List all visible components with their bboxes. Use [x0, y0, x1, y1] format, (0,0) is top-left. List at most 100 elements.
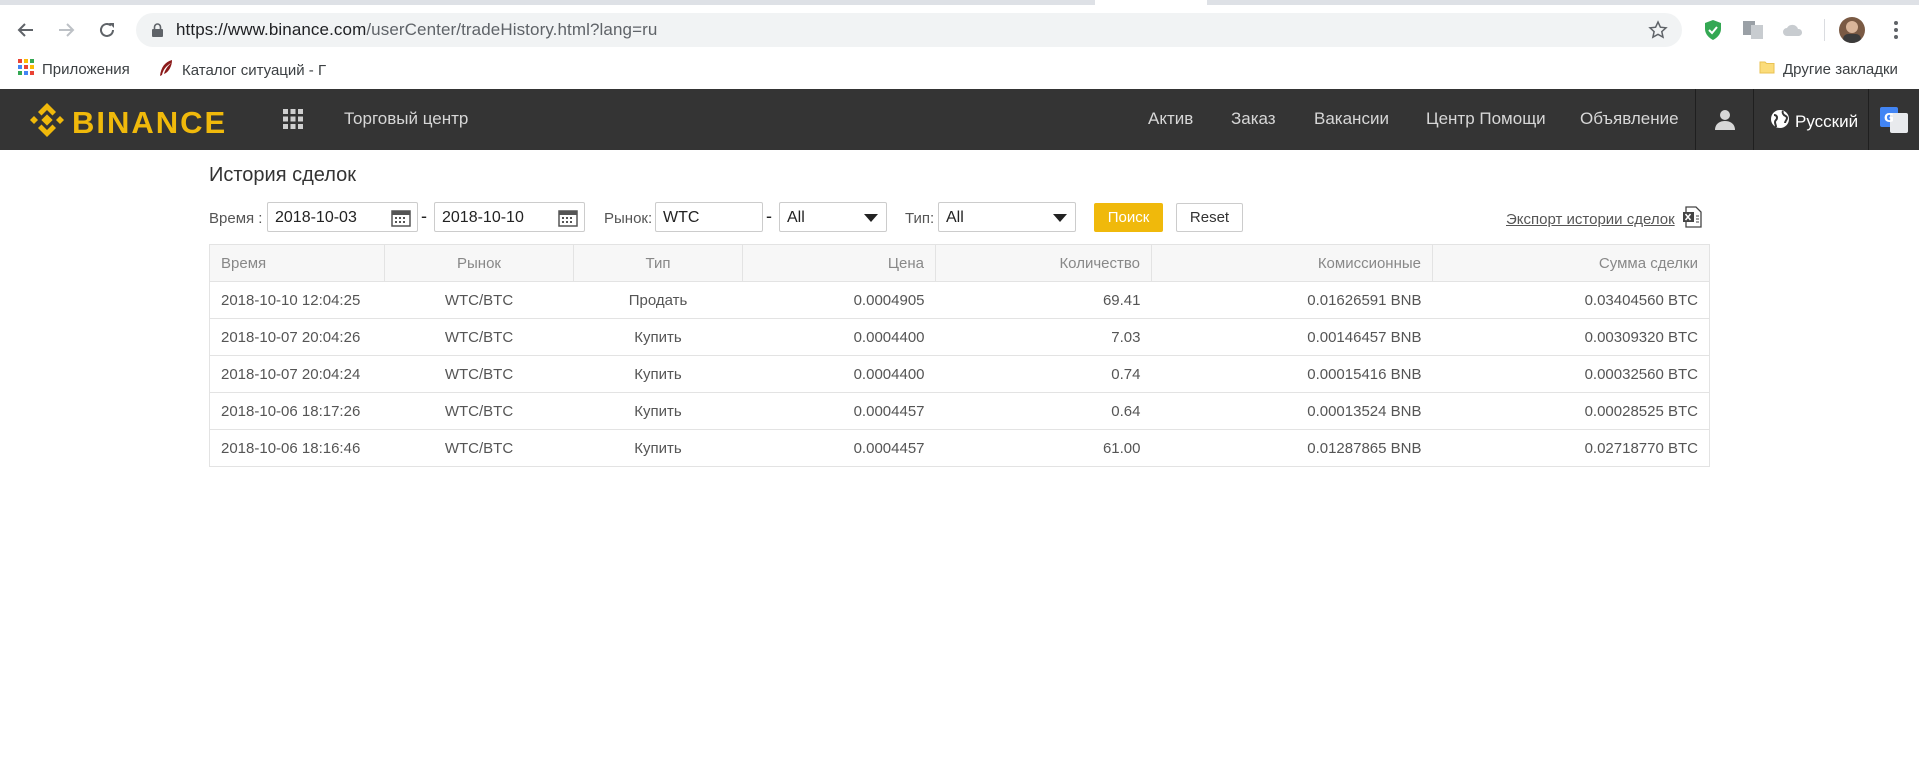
column-header-price[interactable]: Цена	[742, 244, 936, 282]
date-from-input[interactable]: 2018-10-03	[267, 202, 418, 232]
cell-type-buy: Купить	[573, 392, 743, 430]
nav-divider	[1753, 89, 1754, 150]
binance-wordmark: BINANCE	[72, 104, 228, 140]
nav-trading-center[interactable]: Торговый центр	[344, 109, 468, 129]
browser-chrome: https://www.binance.com/userCenter/trade…	[0, 0, 1919, 89]
type-value: All	[946, 209, 964, 226]
shield-extension-icon[interactable]	[1700, 17, 1726, 43]
cloud-extension-icon[interactable]	[1780, 17, 1806, 43]
calendar-icon[interactable]	[558, 209, 578, 232]
market-base-value: WTC	[663, 209, 700, 226]
cell-type-sell: Продать	[573, 281, 743, 319]
folder-icon	[1759, 59, 1775, 79]
cell-market: WTC/BTC	[384, 281, 574, 319]
column-header-quantity[interactable]: Количество	[935, 244, 1152, 282]
bookmark-star-icon[interactable]	[1648, 20, 1668, 45]
search-button[interactable]: Поиск	[1094, 203, 1163, 232]
reset-button[interactable]: Reset	[1176, 203, 1243, 232]
cell-fee: 0.00015416 BNB	[1151, 355, 1433, 393]
bookmark-label: Приложения	[42, 60, 130, 78]
google-translate-icon[interactable]: G	[1880, 107, 1908, 138]
column-header-time[interactable]: Время	[209, 244, 385, 282]
column-header-total[interactable]: Сумма сделки	[1432, 244, 1710, 282]
bookmark-label: Каталог ситуаций - Г	[182, 61, 327, 79]
nav-item-announcements[interactable]: Объявление	[1580, 109, 1679, 129]
market-quote-value: All	[787, 209, 805, 226]
cell-price: 0.0004905	[742, 281, 936, 319]
user-icon[interactable]	[1714, 108, 1736, 135]
cell-total: 0.03404560 BTC	[1432, 281, 1710, 319]
date-to-value: 2018-10-10	[442, 209, 524, 226]
address-bar[interactable]: https://www.binance.com/userCenter/trade…	[136, 13, 1682, 47]
market-label: Рынок:	[604, 210, 653, 227]
other-bookmarks[interactable]: Другие закладки	[1759, 59, 1898, 79]
column-header-fee[interactable]: Комиссионные	[1151, 244, 1433, 282]
toolbar-divider	[1824, 19, 1825, 41]
nav-item-assets[interactable]: Актив	[1148, 109, 1193, 129]
bookmark-apps[interactable]: Приложения	[18, 59, 130, 79]
market-base-input[interactable]: WTC	[655, 202, 763, 232]
lock-icon	[152, 23, 163, 42]
cell-type-buy: Купить	[573, 355, 743, 393]
cell-total: 0.02718770 BTC	[1432, 429, 1710, 467]
table-row: 2018-10-06 18:17:26 WTC/BTC Купить 0.000…	[209, 392, 1710, 430]
nav-item-orders[interactable]: Заказ	[1231, 109, 1276, 129]
cell-market: WTC/BTC	[384, 355, 574, 393]
column-header-market[interactable]: Рынок	[384, 244, 574, 282]
column-header-type[interactable]: Тип	[573, 244, 743, 282]
type-select[interactable]: All	[938, 202, 1076, 232]
nav-divider	[1695, 89, 1696, 150]
bookmark-catalog[interactable]: Каталог ситуаций - Г	[158, 59, 326, 81]
profile-avatar[interactable]	[1839, 17, 1865, 43]
apps-menu-icon[interactable]	[283, 109, 303, 134]
nav-item-vacancies[interactable]: Вакансии	[1314, 109, 1389, 129]
cell-price: 0.0004457	[742, 429, 936, 467]
forward-icon[interactable]	[49, 13, 83, 47]
nav-divider	[1868, 89, 1869, 150]
binance-logo[interactable]: BINANCE	[28, 101, 227, 144]
time-label: Время :	[209, 210, 263, 227]
cell-type-buy: Купить	[573, 318, 743, 356]
cell-total: 0.00032560 BTC	[1432, 355, 1710, 393]
cell-time: 2018-10-06 18:16:46	[209, 429, 385, 467]
url-text: https://www.binance.com/userCenter/trade…	[176, 20, 658, 39]
browser-toolbar: https://www.binance.com/userCenter/trade…	[0, 5, 1919, 51]
cell-price: 0.0004400	[742, 355, 936, 393]
language-label: Русский	[1795, 111, 1859, 131]
cell-price: 0.0004400	[742, 318, 936, 356]
back-icon[interactable]	[9, 13, 43, 47]
table-row: 2018-10-07 20:04:26 WTC/BTC Купить 0.000…	[209, 318, 1710, 356]
date-from-value: 2018-10-03	[275, 209, 357, 226]
page-title: История сделок	[209, 164, 357, 186]
bookmarks-bar: Приложения Каталог ситуаций - Г Другие з…	[0, 51, 1919, 87]
cell-quantity: 61.00	[935, 429, 1152, 467]
filter-bar: Время : 2018-10-03 - 2018-10-10 Рынок: W…	[209, 202, 1709, 234]
language-selector[interactable]: Русский	[1770, 109, 1858, 134]
cell-type-buy: Купить	[573, 429, 743, 467]
cell-fee: 0.00013524 BNB	[1151, 392, 1433, 430]
svg-text:G: G	[1884, 111, 1894, 125]
table-row: 2018-10-07 20:04:24 WTC/BTC Купить 0.000…	[209, 355, 1710, 393]
market-quote-select[interactable]: All	[779, 202, 887, 232]
cell-total: 0.00309320 BTC	[1432, 318, 1710, 356]
nav-item-help-center[interactable]: Центр Помощи	[1426, 109, 1546, 129]
market-dash: -	[766, 206, 772, 226]
cell-quantity: 7.03	[935, 318, 1152, 356]
chevron-down-icon	[1053, 214, 1067, 222]
cell-market: WTC/BTC	[384, 392, 574, 430]
export-link[interactable]: Экспорт истории сделок	[1506, 206, 1703, 232]
excel-export-icon	[1682, 206, 1703, 232]
cell-time: 2018-10-06 18:17:26	[209, 392, 385, 430]
reload-icon[interactable]	[90, 13, 124, 47]
calendar-icon[interactable]	[391, 209, 411, 232]
table-header-row: Время Рынок Тип Цена Количество Комиссио…	[209, 244, 1710, 282]
globe-icon	[1770, 109, 1790, 134]
binance-diamond-icon	[28, 101, 66, 144]
menu-icon[interactable]	[1883, 17, 1909, 43]
translate-extension-icon[interactable]	[1740, 17, 1766, 43]
cell-total: 0.00028525 BTC	[1432, 392, 1710, 430]
cell-time: 2018-10-07 20:04:24	[209, 355, 385, 393]
cell-quantity: 0.64	[935, 392, 1152, 430]
date-to-input[interactable]: 2018-10-10	[434, 202, 585, 232]
cell-fee: 0.00146457 BNB	[1151, 318, 1433, 356]
